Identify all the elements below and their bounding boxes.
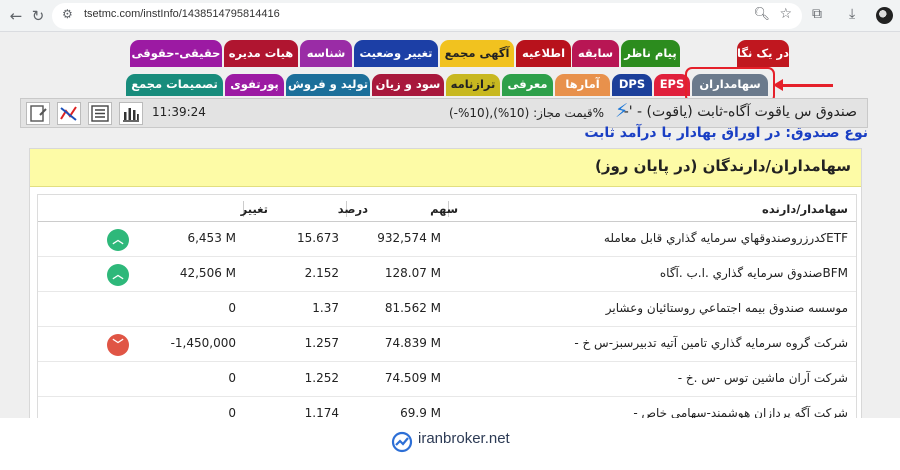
site-settings-icon[interactable]: ⚙ (62, 7, 73, 21)
instrument-header: 11:39:24 %قیمت مجاز: (10%),(10%-) ⚡ صندو… (20, 98, 868, 128)
holder-shares: 932,574 M (377, 231, 441, 245)
footer: iranbroker.net (0, 418, 900, 470)
tab-tabs_row1-8[interactable]: حقیقی-حقوقی (130, 40, 222, 67)
url-text: tsetmc.com/instInfo/1438514795814416 (84, 8, 280, 20)
table-row[interactable]: شركت آگه پردازان هوشمند-سهامي خاص - 69.9 … (38, 398, 856, 418)
reload-icon[interactable]: ↻ (28, 6, 48, 26)
price-limit: %قیمت مجاز: (10%),(10%-) (449, 106, 605, 120)
tab-tabs_row1-6[interactable]: شناسه (300, 40, 352, 67)
tab-tabs_row1-4[interactable]: آگهی مجمع (440, 40, 514, 67)
holder-name: شركت آگه پردازان هوشمند-سهامي خاص - (633, 406, 848, 418)
holder-shares: 69.9 M (400, 406, 441, 418)
holder-percent: 15.673 (297, 231, 339, 245)
holder-percent: 1.257 (304, 336, 339, 350)
holder-name: BFMصندوق سرمايه گذاري .ا.ب .آگاه (659, 266, 848, 280)
holder-change: 6,453 M (187, 231, 236, 245)
holder-change: 0 (228, 371, 236, 385)
download-icon[interactable]: ⤓ (849, 6, 855, 22)
holder-percent: 1.37 (312, 301, 339, 315)
tab-tabs_row2-4[interactable]: معرفی (502, 74, 553, 96)
tab-tabs_row2-5[interactable]: ترازنامه (446, 74, 500, 96)
chart-tool-icon[interactable] (57, 102, 81, 125)
holder-name: شركت آران ماشين توس -س .خ - (677, 371, 848, 385)
column-percent[interactable]: درصد (338, 202, 368, 216)
holder-name: موسسه صندوق بيمه اجتماعي روستائيان وعشاي… (605, 301, 848, 315)
column-change[interactable]: تغییر (241, 202, 268, 216)
chevron-up-icon[interactable]: ︿ (107, 264, 129, 286)
notes-tool-icon[interactable] (26, 102, 50, 125)
tab-tabs_row2-3[interactable]: آمارها (555, 74, 610, 96)
annotation-arrow-head (773, 79, 783, 91)
tab-tabs_row1-3[interactable]: اطلاعیه (516, 40, 571, 67)
table-row[interactable]: شركت گروه سرمايه گذاري تامين آتيه تدبيرس… (38, 328, 856, 362)
tab-tabs_row1-2[interactable]: سابقه (572, 40, 619, 67)
column-shares[interactable]: سهم (430, 202, 458, 216)
chevron-down-icon[interactable]: ﹀ (107, 334, 129, 356)
bar-chart-tool-icon[interactable] (119, 102, 143, 125)
column-holder[interactable]: سهامدار/دارنده (762, 202, 848, 216)
shareholders-table: سهامدار/دارنده سهم درصد تغییر ETFکدرزروص… (37, 194, 857, 418)
browser-toolbar: ← ↻ ⚙ tsetmc.com/instInfo/14385147958144… (0, 0, 900, 32)
holder-change: 0 (228, 406, 236, 418)
page-content: در یک نگاه پیام ناظرسابقهاطلاعیهآگهی مجمع… (0, 32, 900, 418)
holder-change: 0 (228, 301, 236, 315)
chevron-up-icon[interactable]: ︿ (107, 229, 129, 251)
address-bar[interactable]: ⚙ tsetmc.com/instInfo/1438514795814416 🔍… (52, 3, 802, 29)
tab-tabs_row2-8[interactable]: پورتفوی (225, 74, 284, 96)
holder-name: شركت گروه سرمايه گذاري تامين آتيه تدبيرس… (574, 336, 848, 350)
holder-shares: 74.839 M (384, 336, 441, 350)
list-tool-icon[interactable] (88, 102, 112, 125)
table-header: سهامدار/دارنده سهم درصد تغییر (38, 195, 856, 222)
tab-tabs_row1-5[interactable]: تغییر وضعیت (354, 40, 438, 67)
holder-name: ETFکدرزروصندوقهاي سرمايه گذاري قابل معام… (603, 231, 848, 245)
iranbroker-logo-icon (391, 431, 413, 453)
profile-avatar[interactable] (876, 7, 893, 24)
panel-header: سهامداران/دارندگان (در پایان روز) (30, 149, 861, 187)
fund-name: صندوق س ياقوت آگاه-ثابت (ياقوت) - '- (623, 104, 857, 120)
tab-tabs_row1-1[interactable]: پیام ناظر (621, 40, 680, 67)
fund-type: نوع صندوق: در اوراق بهادار با درآمد ثابت (584, 125, 868, 141)
tab-tabs_row2-6[interactable]: سود و زیان (372, 74, 444, 96)
tab-tabs_row2-7[interactable]: تولید و فروش (286, 74, 370, 96)
holder-change: 42,506 M (179, 266, 236, 280)
holder-percent: 2.152 (304, 266, 339, 280)
table-row[interactable]: موسسه صندوق بيمه اجتماعي روستائيان وعشاي… (38, 293, 856, 327)
bookmark-star-icon[interactable]: ☆ (779, 6, 792, 22)
annotation-arrow (781, 84, 833, 87)
table-row[interactable]: BFMصندوق سرمايه گذاري .ا.ب .آگاه 128.07 M… (38, 258, 856, 292)
footer-site-name: iranbroker.net (418, 430, 510, 447)
holder-change: -1,450,000 (170, 336, 236, 350)
holder-shares: 74.509 M (384, 371, 441, 385)
shareholders-panel: سهامداران/دارندگان (در پایان روز) سهامدا… (29, 148, 862, 418)
tab-tabs_row2-2[interactable]: DPS (612, 74, 652, 96)
holder-shares: 128.07 M (384, 266, 441, 280)
table-row[interactable]: شركت آران ماشين توس -س .خ - 74.509 M 1.252… (38, 363, 856, 397)
market-clock: 11:39:24 (152, 105, 206, 119)
back-icon[interactable]: ← (6, 6, 26, 26)
holder-percent: 1.174 (304, 406, 339, 418)
panel-title: سهامداران/دارندگان (در پایان روز) (594, 157, 851, 175)
zoom-icon[interactable]: 🔍︎ (753, 7, 770, 22)
table-row[interactable]: ETFکدرزروصندوقهاي سرمايه گذاري قابل معام… (38, 223, 856, 257)
tab-tabs_row1-7[interactable]: هیات مدیره (224, 40, 298, 67)
tab-tabs_row2-9[interactable]: تصمیمات مجمع (126, 74, 223, 96)
holder-percent: 1.252 (304, 371, 339, 385)
holder-shares: 81.562 M (384, 301, 441, 315)
tab-tabs_row1-0[interactable]: در یک نگاه (737, 40, 789, 67)
extensions-icon[interactable]: ⧉ (812, 6, 822, 22)
